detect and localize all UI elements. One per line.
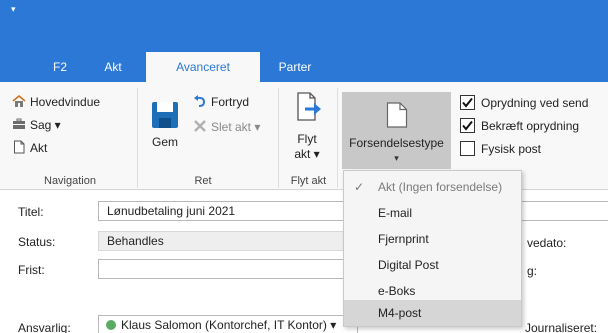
dropdown-item-label: Fjernprint <box>378 232 429 246</box>
akt-nav-button[interactable]: Akt <box>12 138 47 158</box>
fysisk-post-label: Fysisk post <box>481 142 542 156</box>
dropdown-item-label: E-mail <box>378 206 413 220</box>
fortryd-button[interactable]: Fortryd <box>193 92 249 112</box>
sag-label: Sag ▾ <box>30 118 61 132</box>
g-label: g: <box>527 264 538 278</box>
navigation-group-label: Navigation <box>44 175 96 187</box>
dropdown-item-label: Akt (Ingen forsendelse) <box>378 180 503 194</box>
quick-access-dropdown-icon[interactable]: ▾ <box>11 4 16 14</box>
forsendelsestype-button[interactable]: Forsendelsestype ▾ <box>342 92 451 169</box>
tab-akt[interactable]: Akt <box>95 52 131 82</box>
flyt-akt-group-label: Flyt akt <box>290 175 327 187</box>
forsendelsestype-label: Forsendelsestype <box>349 136 444 150</box>
tab-avanceret[interactable]: Avanceret <box>146 52 260 82</box>
tab-parter[interactable]: Parter <box>268 52 322 82</box>
dropdown-item-m4-post[interactable]: M4-post <box>344 300 521 326</box>
ribbon-separator <box>278 88 279 188</box>
home-icon <box>12 94 26 108</box>
gem-button[interactable]: Gem <box>142 135 188 150</box>
slet-akt-button[interactable]: Slet akt ▾ <box>193 117 260 137</box>
checkbox-checked-icon <box>460 95 475 110</box>
briefcase-icon <box>12 117 26 131</box>
dropdown-item-e-mail[interactable]: E-mail <box>344 200 521 226</box>
ribbon-separator <box>137 88 138 188</box>
forsendelsestype-dropdown: ✓ Akt (Ingen forsendelse) E-mail Fjernpri… <box>343 170 522 327</box>
delete-x-icon <box>193 119 207 133</box>
titel-label: Titel: <box>18 205 44 219</box>
status-dot-icon <box>106 320 116 330</box>
bekraeft-oprydning-checkbox[interactable]: Bekræft oprydning <box>460 117 579 136</box>
move-document-icon[interactable] <box>296 92 322 122</box>
frist-label: Frist: <box>18 263 45 277</box>
undo-icon <box>193 94 207 108</box>
ansvarlig-select[interactable]: Klaus Salomon (Kontorchef, IT Kontor) ▾ <box>98 315 358 333</box>
checkbox-checked-icon <box>460 118 475 133</box>
flyt-akt-label-line2: akt ▾ <box>294 147 320 161</box>
akt-nav-label: Akt <box>30 141 48 155</box>
chevron-down-icon: ▾ <box>394 153 399 163</box>
slet-akt-label: Slet akt ▾ <box>211 120 261 134</box>
bekraeft-oprydning-label: Bekræft oprydning <box>481 119 580 133</box>
journaliseret-label: Journaliseret: <box>525 321 598 333</box>
frist-input[interactable] <box>98 259 358 279</box>
sag-menu-button[interactable]: Sag ▾ <box>12 115 61 135</box>
hovedvindue-button[interactable]: Hovedvindue <box>12 92 100 112</box>
status-field: Behandles <box>98 231 358 251</box>
dropdown-item-label: M4-post <box>378 306 422 320</box>
fortryd-label: Fortryd <box>211 95 250 109</box>
check-icon: ✓ <box>354 180 365 194</box>
dropdown-item-fjernprint[interactable]: Fjernprint <box>344 226 521 252</box>
dropdown-item-label: e-Boks <box>378 284 416 298</box>
title-bar: ▾ <box>0 0 608 52</box>
fysisk-post-checkbox[interactable]: Fysisk post <box>460 140 541 159</box>
flyt-akt-label-line1: Flyt <box>297 132 317 146</box>
ret-group-label: Ret <box>194 175 212 187</box>
oprydning-ved-send-label: Oprydning ved send <box>481 96 589 110</box>
flyt-akt-button[interactable]: Flyt akt ▾ <box>287 132 327 162</box>
dropdown-item-digital-post[interactable]: Digital Post <box>344 252 521 278</box>
hovedvindue-label: Hovedvindue <box>30 95 101 109</box>
oprydning-ved-send-checkbox[interactable]: Oprydning ved send <box>460 94 588 113</box>
ribbon-separator <box>337 88 338 188</box>
dropdown-item-label: Digital Post <box>378 258 439 272</box>
save-icon[interactable] <box>150 100 180 130</box>
ansvarlig-label: Ansvarlig: <box>18 321 71 333</box>
checkbox-unchecked-icon <box>460 141 475 156</box>
vedato-label: vedato: <box>527 236 567 250</box>
document-icon <box>12 140 26 154</box>
status-label: Status: <box>18 235 56 249</box>
ribbon-tabs: F2 Akt Avanceret Parter <box>0 52 608 82</box>
document-icon <box>386 102 408 128</box>
tab-f2[interactable]: F2 <box>42 52 78 82</box>
dropdown-item-akt-ingen-forsendelse[interactable]: ✓ Akt (Ingen forsendelse) <box>344 174 521 200</box>
ansvarlig-value: Klaus Salomon (Kontorchef, IT Kontor) ▾ <box>121 318 337 332</box>
